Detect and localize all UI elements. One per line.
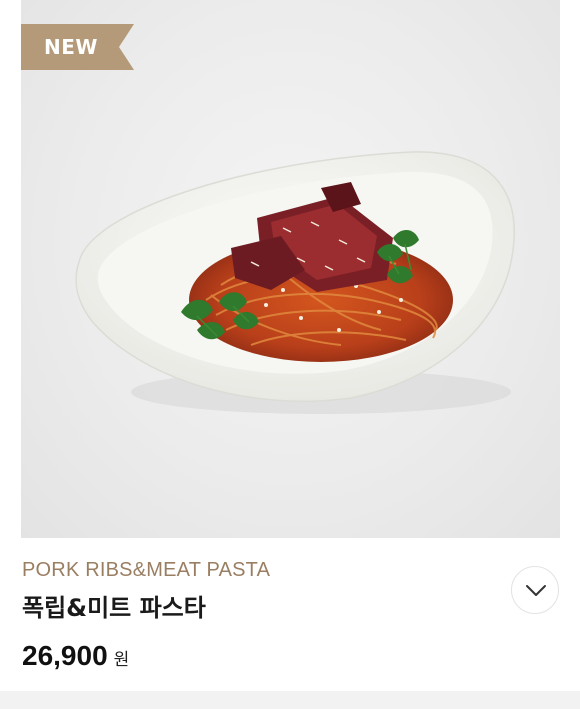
pasta-dish-illustration <box>75 151 515 414</box>
chevron-down-icon <box>526 585 546 596</box>
price-unit: 원 <box>113 650 130 670</box>
product-name-korean: 폭립&미트 파스타 <box>22 594 206 622</box>
section-divider <box>0 691 580 709</box>
price-value: 26,900 <box>22 640 108 671</box>
product-name-english: PORK RIBS&MEAT PASTA <box>22 559 271 581</box>
new-badge: NEW <box>21 24 134 70</box>
price-row: 26,900 원 <box>22 640 129 672</box>
product-image: NEW <box>21 0 560 538</box>
new-badge-label: NEW <box>44 35 98 59</box>
expand-details-button[interactable] <box>511 566 559 614</box>
